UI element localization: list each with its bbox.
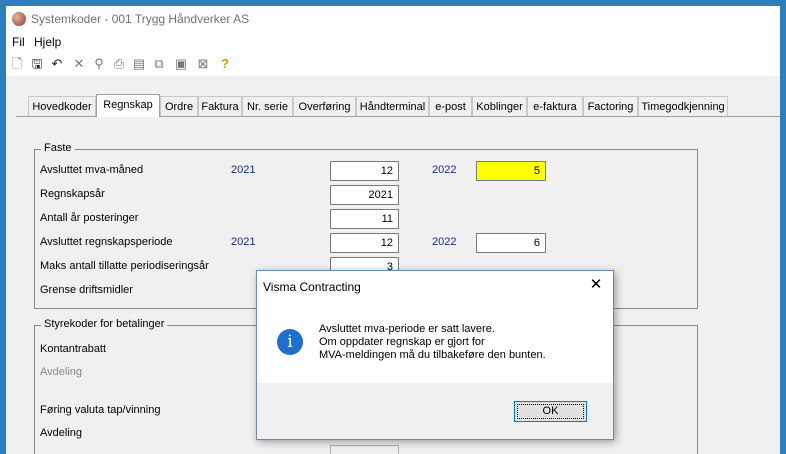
print-icon[interactable]: ⎙ — [110, 55, 128, 73]
undo-icon[interactable]: ↶ — [48, 55, 66, 73]
tab-faktura[interactable]: Faktura — [198, 96, 242, 116]
title-bar: Systemkoder - 001 Trygg Håndverker AS — [6, 6, 780, 32]
menu-fil[interactable]: Fil — [12, 35, 25, 49]
preview-icon[interactable]: ▤ — [130, 55, 148, 73]
word-icon[interactable]: ▣ — [172, 55, 190, 73]
tab-koblinger[interactable]: Koblinger — [472, 96, 527, 116]
label-foring-valuta: Føring valuta tap/vinning — [40, 404, 161, 416]
mva-month-2022-field[interactable]: 5 — [476, 161, 546, 181]
excel-icon[interactable]: ⊠ — [194, 55, 212, 73]
label-kontantrabatt: Kontantrabatt — [40, 343, 107, 355]
styrekoder-group-title: Styrekoder for betalinger — [41, 318, 168, 330]
label-avdeling-disabled: Avdeling — [40, 366, 82, 378]
tab-e-faktura[interactable]: e-faktura — [527, 96, 583, 116]
label-grense-driftsmidler: Grense driftsmidler — [40, 284, 133, 296]
tab-timegodkjenning[interactable]: Timegodkjenning — [638, 96, 728, 116]
help-icon[interactable]: ? — [216, 55, 234, 73]
new-icon[interactable]: 🗋 — [8, 55, 26, 73]
tab-factoring[interactable]: Factoring — [583, 96, 638, 116]
periode-year-2022: 2022 — [432, 236, 457, 248]
label-regnskapsar: Regnskapsår — [40, 188, 105, 200]
info-icon: i — [277, 329, 303, 355]
ok-button[interactable]: OK — [514, 401, 587, 422]
dialog-title: Visma Contracting — [263, 280, 361, 294]
periode-year-2021: 2021 — [231, 236, 256, 248]
regnskapsar-field[interactable]: 2021 — [330, 185, 399, 205]
periode-2022-field[interactable]: 6 — [476, 233, 546, 253]
tab-hovedkoder[interactable]: Hovedkoder — [28, 96, 96, 116]
message-dialog: Visma Contracting ✕ i Avsluttet mva-peri… — [256, 270, 614, 440]
find-icon[interactable]: ⚲ — [90, 55, 108, 73]
dialog-message-line: MVA-meldingen må du tilbakeføre den bunt… — [319, 349, 546, 361]
tab-ordre[interactable]: Ordre — [160, 96, 198, 116]
dialog-message-line: Om oppdater regnskap er gjort for — [319, 336, 485, 348]
label-avdeling: Avdeling — [40, 427, 82, 439]
tab-regnskap[interactable]: Regnskap — [96, 94, 160, 117]
antall-ar-posteringer-field[interactable]: 11 — [330, 209, 399, 229]
window-title: Systemkoder - 001 Trygg Håndverker AS — [31, 12, 250, 26]
tab-overforing[interactable]: Overføring — [293, 96, 356, 116]
periode-2021-field[interactable]: 12 — [330, 233, 399, 253]
mva-year-2022: 2022 — [432, 164, 457, 176]
dialog-message: Avsluttet mva-periode er satt lavere. Om… — [319, 323, 546, 362]
menu-bar: Fil Hjelp — [6, 32, 780, 52]
tab-e-post[interactable]: e-post — [429, 96, 472, 116]
menu-hjelp[interactable]: Hjelp — [34, 35, 61, 49]
label-maks-periodiseringsar: Maks antall tillatte periodiseringsår — [40, 260, 209, 272]
dialog-body: i Avsluttet mva-periode er satt lavere. … — [257, 301, 613, 383]
save-icon[interactable]: 🖫 — [28, 55, 46, 73]
dialog-message-line: Avsluttet mva-periode er satt lavere. — [319, 323, 495, 335]
app-icon — [12, 12, 26, 26]
tab-handterminal[interactable]: Håndterminal — [356, 96, 429, 116]
mva-year-2021: 2021 — [231, 164, 256, 176]
label-avsluttet-regnskapsperiode: Avsluttet regnskapsperiode — [40, 236, 173, 248]
toolbar: 🗋 🖫 ↶ ✕ ⚲ ⎙ ▤ ⧉ ▣ ⊠ ? — [6, 52, 780, 76]
label-antall-ar-posteringer: Antall år posteringer — [40, 212, 139, 224]
close-icon[interactable]: ✕ — [587, 276, 605, 294]
avdeling-field[interactable] — [330, 445, 399, 454]
tab-strip: Hovedkoder Regnskap Ordre Faktura Nr. se… — [16, 94, 776, 117]
dialog-title-bar: Visma Contracting ✕ — [257, 271, 613, 301]
tab-nr-serie[interactable]: Nr. serie — [242, 96, 293, 116]
delete-icon[interactable]: ✕ — [70, 55, 88, 73]
mva-month-2021-field[interactable]: 12 — [330, 161, 399, 181]
faste-group-title: Faste — [41, 142, 75, 154]
label-avsluttet-mva-maned: Avsluttet mva-måned — [40, 164, 144, 176]
copy-icon[interactable]: ⧉ — [150, 55, 168, 73]
